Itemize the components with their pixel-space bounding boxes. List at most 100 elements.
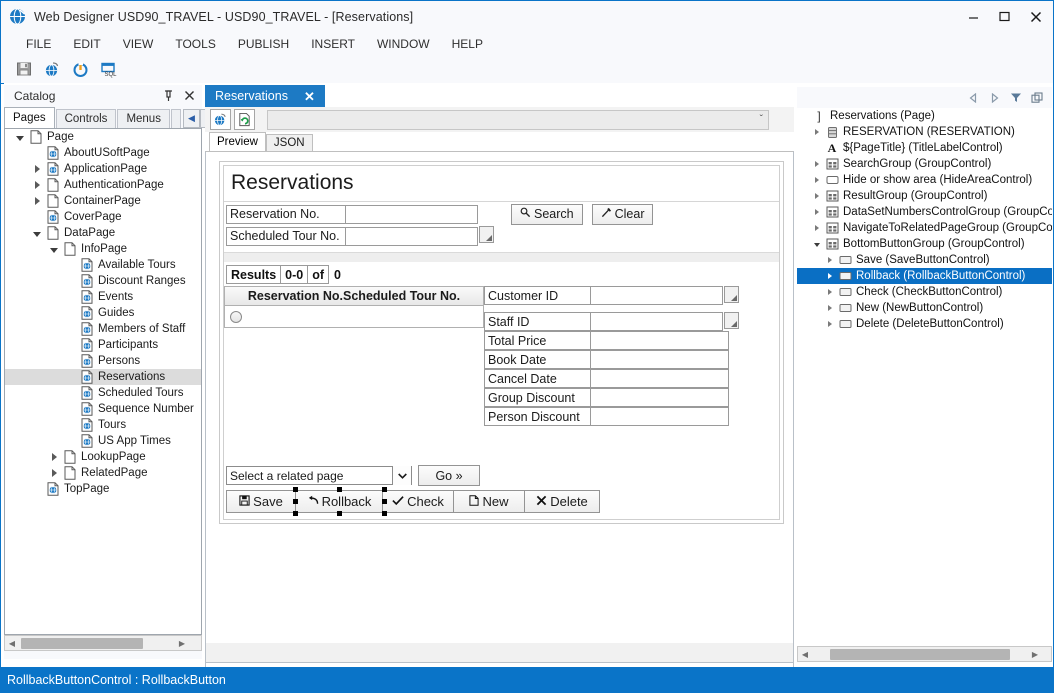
structure-tree-item-check-checkbuttoncontrol[interactable]: Check (CheckButtonControl): [797, 284, 1052, 300]
page-selector-combo[interactable]: ˇ: [267, 110, 769, 130]
catalog-tab-menus[interactable]: Menus: [117, 109, 170, 128]
tree-twisty-icon[interactable]: [824, 284, 836, 300]
structure-tree-item-reservation-reservation[interactable]: RESERVATION (RESERVATION): [797, 124, 1052, 140]
selection-handle-top-right[interactable]: [382, 487, 387, 492]
hide-area-divider[interactable]: [224, 252, 779, 262]
input-staff-id[interactable]: [590, 312, 723, 331]
structure-hscrollbar[interactable]: ◀ ▶: [797, 646, 1052, 662]
new-button[interactable]: New: [453, 490, 525, 513]
scroll-right-icon[interactable]: ▶: [175, 636, 189, 650]
structure-tree-item-searchgroup-groupcontrol[interactable]: SearchGroup (GroupControl): [797, 156, 1052, 172]
input-total-price[interactable]: [590, 331, 729, 350]
tree-twisty-icon[interactable]: [824, 316, 836, 332]
catalog-tree-item-available-tours[interactable]: Available Tours: [5, 257, 201, 273]
save-button[interactable]: Save: [226, 490, 296, 513]
input-person-discount[interactable]: [590, 407, 729, 426]
catalog-tree-item-discount-ranges[interactable]: Discount Ranges: [5, 273, 201, 289]
scroll-thumb[interactable]: [830, 649, 1010, 660]
menu-publish[interactable]: PUBLISH: [227, 34, 300, 54]
tree-twisty-icon[interactable]: [47, 241, 61, 257]
tree-twisty-icon[interactable]: [811, 188, 823, 204]
structure-tree-item-save-savebuttoncontrol[interactable]: Save (SaveButtonControl): [797, 252, 1052, 268]
structure-tree-item-resultgroup-groupcontrol[interactable]: ResultGroup (GroupControl): [797, 188, 1052, 204]
catalog-tab-pages[interactable]: Pages: [4, 107, 55, 128]
input-reservation-no[interactable]: [345, 205, 478, 224]
selection-handle-bottom-left[interactable]: [293, 511, 298, 516]
structure-prev-icon[interactable]: [966, 90, 981, 105]
selection-handle-bottom-right[interactable]: [382, 511, 387, 516]
catalog-tree-item-sequence-number[interactable]: Sequence Number: [5, 401, 201, 417]
catalog-tree-item-events[interactable]: Events: [5, 289, 201, 305]
catalog-tree-item-authenticationpage[interactable]: AuthenticationPage: [5, 177, 201, 193]
selection-handle-top-center[interactable]: [337, 487, 342, 492]
menu-window[interactable]: WINDOW: [366, 34, 441, 54]
catalog-tree-item-guides[interactable]: Guides: [5, 305, 201, 321]
tree-twisty-icon[interactable]: [30, 177, 44, 193]
input-cancel-date[interactable]: [590, 369, 729, 388]
selection-handle-middle-left[interactable]: [293, 499, 298, 504]
clear-button[interactable]: Clear: [592, 204, 654, 225]
catalog-tree-item-containerpage[interactable]: ContainerPage: [5, 193, 201, 209]
structure-tree-item-datasetnumberscontrolgroup-groupcontrol[interactable]: DataSetNumbersControlGroup (GroupControl…: [797, 204, 1052, 220]
chevron-down-icon[interactable]: ˇ: [760, 114, 763, 125]
catalog-tree-item-persons[interactable]: Persons: [5, 353, 201, 369]
scroll-left-icon[interactable]: ◀: [798, 647, 812, 661]
selection-handle-middle-right[interactable]: [382, 499, 387, 504]
tree-twisty-icon[interactable]: [811, 156, 823, 172]
check-button[interactable]: Check: [382, 490, 454, 513]
document-tab-reservations[interactable]: Reservations ✕: [205, 85, 325, 107]
go-button[interactable]: Go »: [418, 465, 480, 486]
tree-twisty-icon[interactable]: [47, 449, 61, 465]
menu-edit[interactable]: EDIT: [62, 34, 111, 54]
input-customer-id[interactable]: [590, 286, 723, 305]
close-button[interactable]: [1020, 2, 1051, 31]
tree-twisty-icon[interactable]: [811, 236, 823, 252]
catalog-tree-item-scheduled-tours[interactable]: Scheduled Tours: [5, 385, 201, 401]
structure-next-icon[interactable]: [987, 90, 1002, 105]
menu-help[interactable]: HELP: [441, 34, 494, 54]
tree-twisty-icon[interactable]: [811, 220, 823, 236]
lookup-button-scheduled-tour-no[interactable]: [479, 226, 494, 243]
results-grid[interactable]: Reservation No.Scheduled Tour No.: [224, 286, 484, 328]
tree-twisty-icon[interactable]: [13, 129, 27, 145]
pin-icon[interactable]: [160, 87, 177, 104]
structure-tree-item-reservations-page[interactable]: ]Reservations (Page): [797, 108, 1052, 124]
rollback-button[interactable]: Rollback: [295, 490, 383, 513]
tree-twisty-icon[interactable]: [30, 225, 44, 241]
catalog-tree-item-participants[interactable]: Participants: [5, 337, 201, 353]
catalog-tree-item-lookuppage[interactable]: LookupPage: [5, 449, 201, 465]
chevron-down-icon[interactable]: [392, 466, 411, 485]
cascade-windows-icon[interactable]: [1029, 90, 1044, 105]
catalog-tree-item-applicationpage[interactable]: ApplicationPage: [5, 161, 201, 177]
catalog-tree-item-coverpage[interactable]: CoverPage: [5, 209, 201, 225]
catalog-tree[interactable]: PageAboutUSoftPageApplicationPageAuthent…: [4, 128, 202, 635]
catalog-tree-item-relatedpage[interactable]: RelatedPage: [5, 465, 201, 481]
tree-twisty-icon[interactable]: [824, 268, 836, 284]
tree-twisty-icon[interactable]: [824, 300, 836, 316]
tree-twisty-icon[interactable]: [811, 172, 823, 188]
search-button[interactable]: Search: [511, 204, 583, 225]
structure-tree-item-hide-or-show-area-hideareacontrol[interactable]: Hide or show area (HideAreaControl): [797, 172, 1052, 188]
sql-icon[interactable]: SQL: [97, 58, 119, 80]
catalog-hscrollbar[interactable]: ◀ ▶: [4, 635, 202, 651]
tree-twisty-icon[interactable]: [824, 252, 836, 268]
selection-handle-top-left[interactable]: [293, 487, 298, 492]
structure-tree-item-bottombuttongroup-groupcontrol[interactable]: BottomButtonGroup (GroupControl): [797, 236, 1052, 252]
tree-twisty-icon[interactable]: [30, 193, 44, 209]
catalog-tab-pag[interactable]: Pag: [171, 109, 181, 128]
catalog-tab-controls[interactable]: Controls: [56, 109, 117, 128]
catalog-tree-item-page[interactable]: Page: [5, 129, 201, 145]
structure-tree-item-new-newbuttoncontrol[interactable]: New (NewButtonControl): [797, 300, 1052, 316]
lookup-button-staff-id[interactable]: [724, 312, 739, 329]
filter-funnel-icon[interactable]: [1008, 90, 1023, 105]
tree-twisty-icon[interactable]: [47, 465, 61, 481]
scroll-left-icon[interactable]: ◀: [5, 636, 19, 650]
structure-tree[interactable]: ]Reservations (Page)RESERVATION (RESERVA…: [797, 108, 1052, 642]
menu-insert[interactable]: INSERT: [300, 34, 366, 54]
table-row[interactable]: [225, 306, 483, 327]
minimize-button[interactable]: [958, 2, 989, 31]
catalog-tree-item-datapage[interactable]: DataPage: [5, 225, 201, 241]
row-select-radio[interactable]: [230, 311, 242, 323]
scroll-thumb[interactable]: [21, 638, 143, 649]
catalog-tree-item-members-of-staff[interactable]: Members of Staff: [5, 321, 201, 337]
